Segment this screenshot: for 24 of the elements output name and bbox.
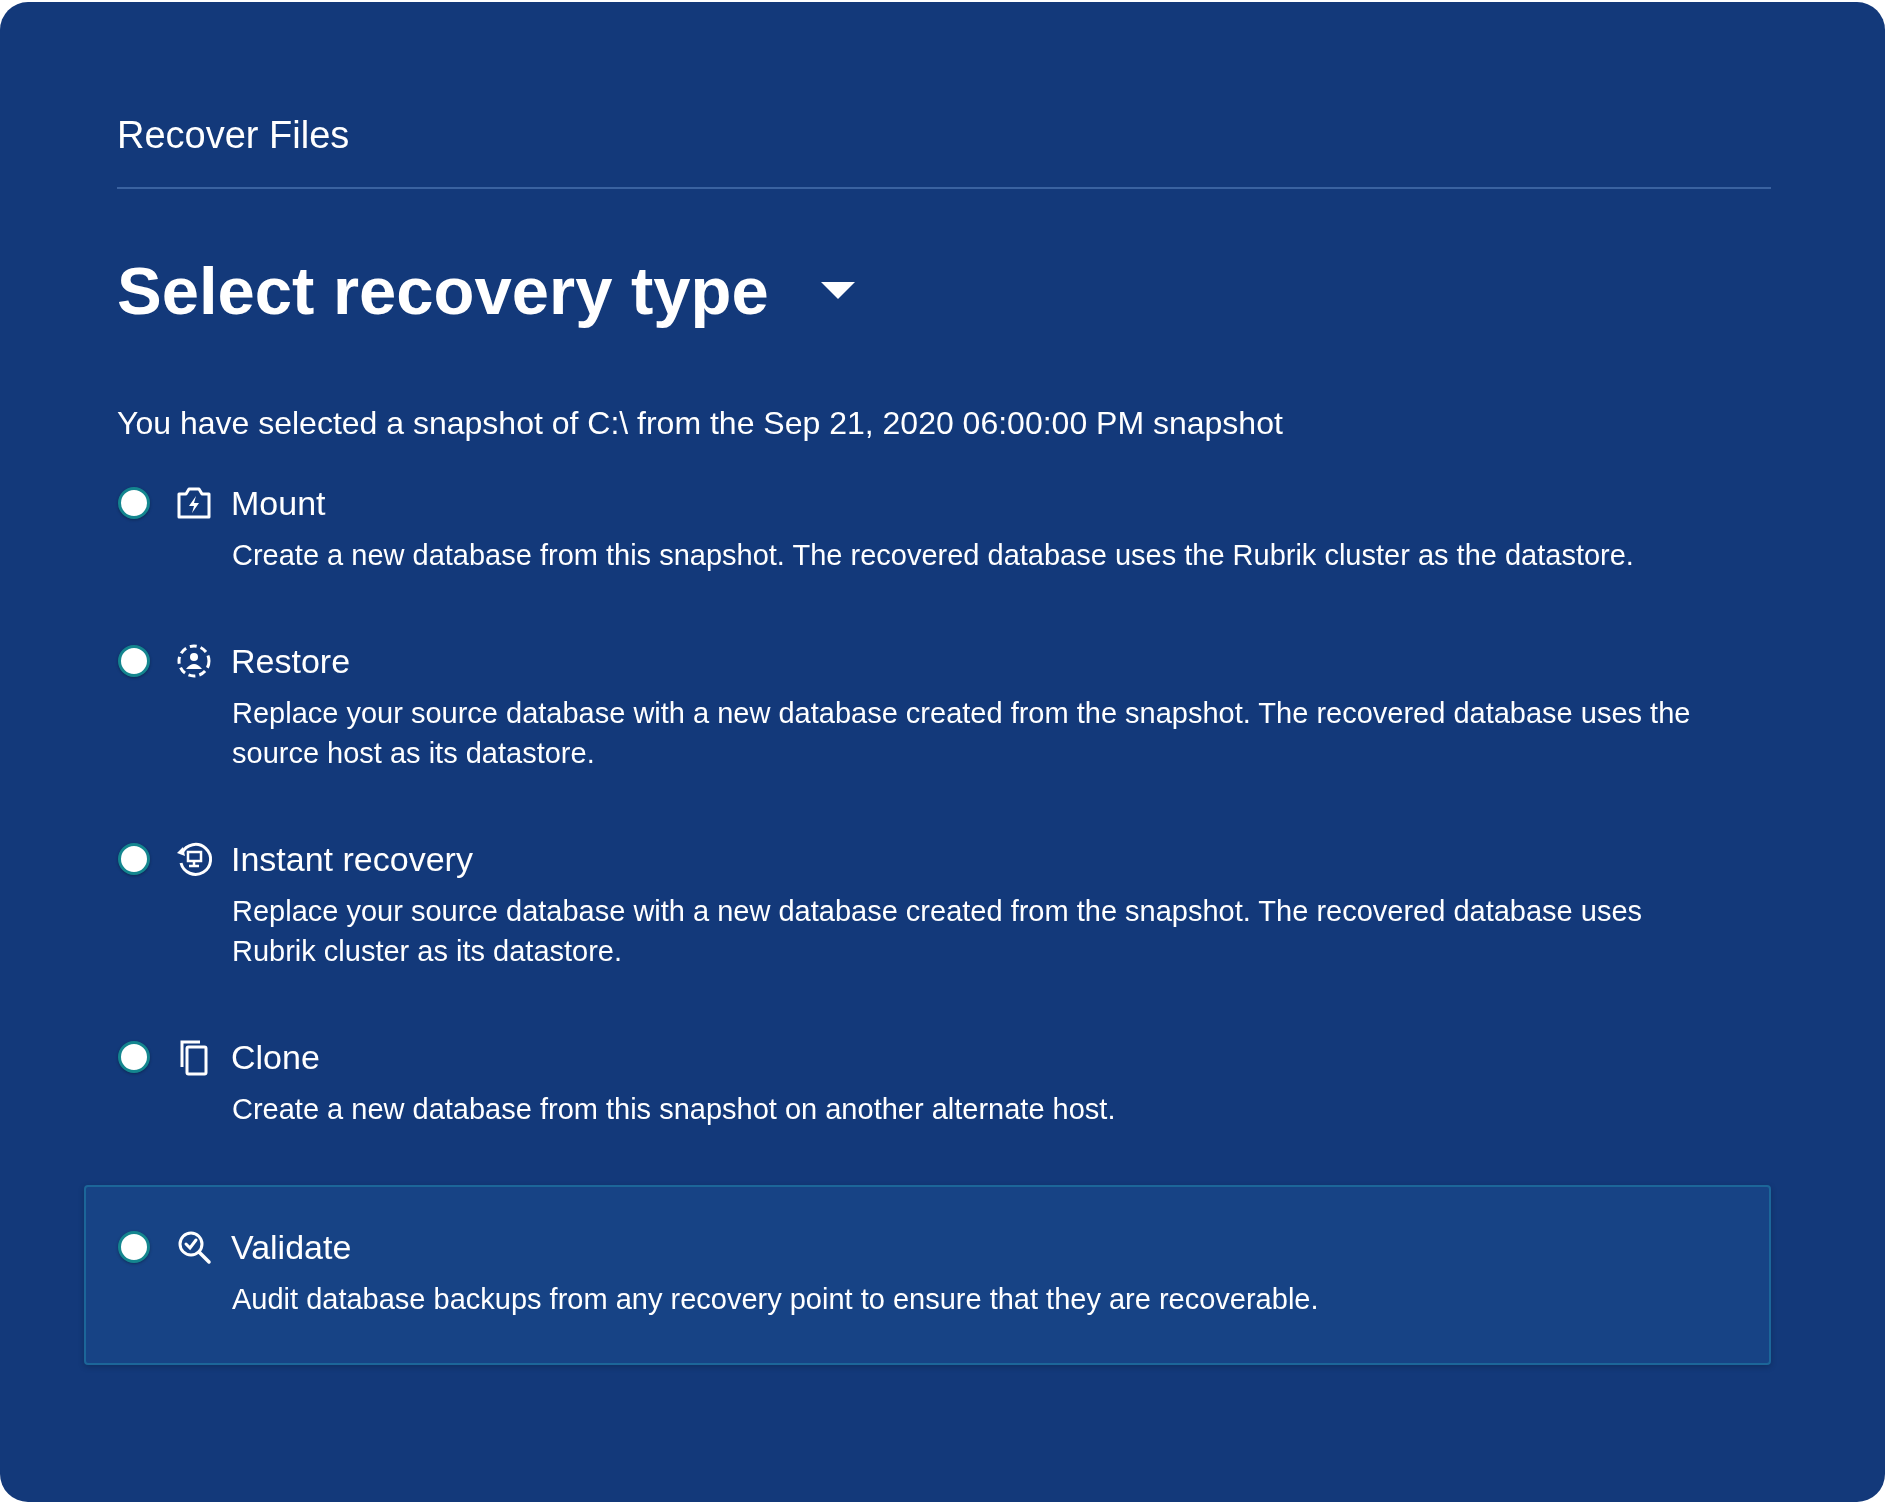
option-description: Create a new database from this snapshot. The recovered database uses the Rubrik cluster as the datastore. — [232, 538, 1635, 573]
snapshot-info: You have selected a snapshot of C:\ from the Sep 21, 2020 06:00:00 PM snapshot — [117, 404, 1284, 443]
option-description: Audit database backups from any recovery point to ensure that they are recoverable. — [232, 1282, 1320, 1317]
option-label: Clone — [231, 1037, 320, 1077]
option-row[interactable]: Validate Audit database backups from any recovery point to ensure that they are recoverable. — [84, 1185, 1771, 1365]
option-row[interactable]: Restore Replace your source database with a new database created from the snapshot. The recovered database uses the source host as its datastore. — [84, 609, 1771, 807]
radio-button[interactable] — [118, 487, 150, 519]
option-row[interactable]: Instant recovery Replace your source database with a new database created from the snapshot. The recovered database uses Rubrik cluster as its datastore. — [84, 807, 1771, 1005]
option-label: Validate — [231, 1227, 352, 1267]
radio-button[interactable] — [118, 645, 150, 677]
option-description: Create a new database from this snapshot on another alternate host. — [232, 1092, 1117, 1127]
caret-icon — [820, 282, 855, 300]
option-row[interactable]: Clone Create a new database from this snapshot on another alternate host. — [84, 1005, 1771, 1163]
recovery-type-dropdown[interactable]: Select recovery type — [117, 251, 855, 331]
option-label: Restore — [231, 641, 351, 681]
option-description: Replace your source database with a new database created from the snapshot. The recovered database uses the source host as its datastore. — [232, 696, 1692, 771]
option-label: Instant recovery — [231, 839, 473, 879]
option-description: Replace your source database with a new database created from the snapshot. The recovered database uses Rubrik cluster as its datastore. — [232, 894, 1644, 969]
radio-button[interactable] — [118, 1231, 150, 1263]
radio-button[interactable] — [118, 843, 150, 875]
option-label: Mount — [231, 483, 326, 523]
panel-title: Recover Files — [117, 113, 351, 157]
radio-button[interactable] — [118, 1041, 150, 1073]
option-row[interactable]: Mount Create a new database from this snapshot. The recovered database uses the Rubrik cluster as the datastore. — [84, 451, 1771, 609]
